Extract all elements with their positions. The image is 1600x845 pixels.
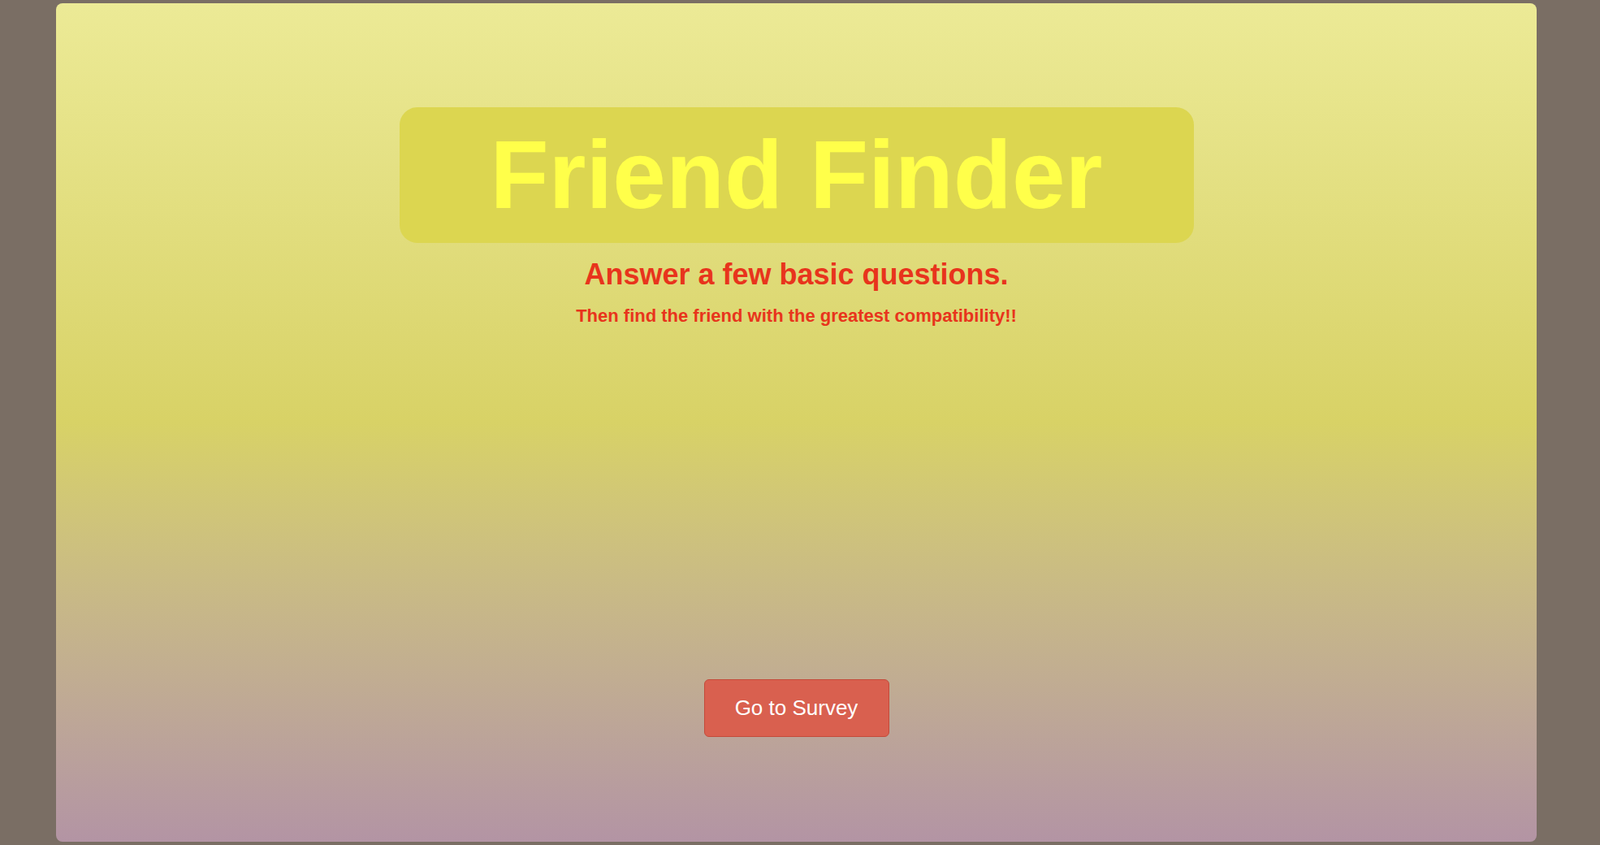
page: Friend Finder Answer a few basic question… <box>0 0 1600 845</box>
hero-photo: Friend Finder Answer a few basic question… <box>56 3 1537 842</box>
survey-button[interactable]: Go to Survey <box>704 678 890 737</box>
title-box: Friend Finder <box>399 107 1194 243</box>
title: Friend Finder <box>490 120 1103 231</box>
subtitle: Answer a few basic questions. <box>583 258 1008 291</box>
tagline: Then find the friend with the greatest c… <box>575 304 1017 328</box>
